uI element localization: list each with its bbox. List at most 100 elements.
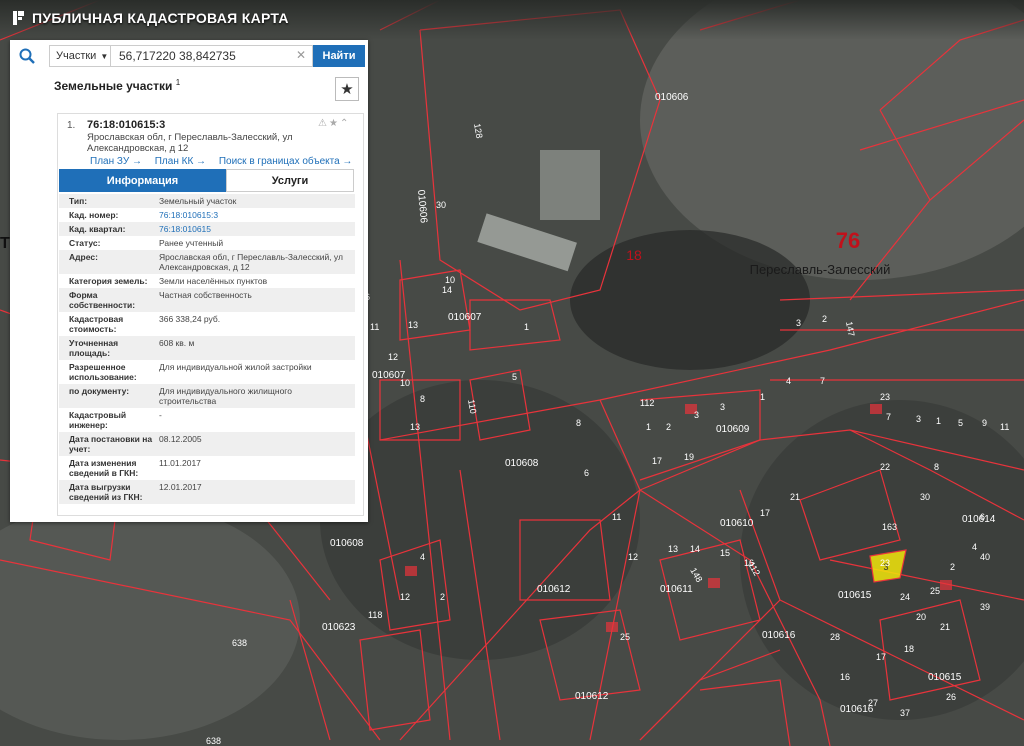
info-row-value: 366 338,24 руб.	[159, 314, 221, 324]
info-row-key: Форма собственности:	[69, 290, 136, 310]
parcel-number: 2	[666, 422, 671, 432]
info-table: Тип: Земельный участок Кад. номер: 76:18:01…	[59, 194, 355, 504]
info-row: Кадастровый инженер: -	[59, 408, 355, 432]
info-row-value: -	[159, 410, 162, 420]
info-row-value: 11.01.2017	[159, 458, 201, 468]
parcel-number: 10	[445, 275, 455, 285]
parcel-number: 8	[576, 418, 581, 428]
parcel-number: 1	[760, 392, 765, 402]
favorites-button[interactable]: ★	[335, 77, 359, 101]
parcel-number: 2	[950, 562, 955, 572]
info-row: Категория земель: Земли населённых пункто…	[59, 274, 355, 288]
parcel-number: 14	[690, 544, 700, 554]
info-row-value[interactable]: 76:18:010615:3	[155, 210, 349, 220]
search-in-bounds-link[interactable]: Поиск в границах объекта →	[219, 156, 353, 167]
info-row-key: по документу:	[69, 386, 130, 396]
parcel-number: 25	[620, 632, 630, 642]
cadastral-number[interactable]: 76:18:010615:3	[87, 119, 165, 131]
warning-icon[interactable]: ⚠	[318, 118, 329, 129]
parcel-number: 21	[790, 492, 800, 502]
info-row: Кад. номер: 76:18:010615:3	[59, 208, 355, 222]
district-number: 76	[836, 228, 860, 253]
info-row-key: Категория земель:	[69, 276, 148, 286]
quarter-label: 010608	[330, 538, 364, 549]
parcel-number: 22	[880, 462, 890, 472]
parcel-number: 20	[916, 612, 926, 622]
category-dropdown[interactable]: Участки ▼	[49, 45, 111, 67]
parcel-number: 1	[936, 416, 941, 426]
parcel-number: 26	[946, 692, 956, 702]
tab-information[interactable]: Информация	[59, 169, 226, 192]
quarter-label: 010615	[928, 672, 962, 683]
info-row: Дата постановки на учет: 08.12.2005	[59, 432, 355, 456]
card-actions: ⚠★⌃	[318, 118, 350, 129]
parcel-number: 17	[652, 456, 662, 466]
parcel-number: 5	[958, 418, 963, 428]
info-row-key: Дата изменения сведений в ГКН:	[69, 458, 139, 478]
plan-zu-link[interactable]: План ЗУ →	[90, 156, 142, 167]
info-row-key: Кадастровый инженер:	[69, 410, 127, 430]
parcel-number: 7	[886, 412, 891, 422]
parcel-number: 8	[420, 394, 425, 404]
parcel-number: 3	[916, 414, 921, 424]
info-row-value: Ярославская обл, г Переславль-Залесский,…	[159, 252, 343, 272]
info-row-key: Дата выгрузки сведений из ГКН:	[69, 482, 143, 502]
quarter-label: 010610	[720, 518, 754, 529]
parcel-number: 3	[720, 402, 725, 412]
parcel-number: 15	[720, 548, 730, 558]
collapse-icon[interactable]: ⌃	[340, 118, 350, 129]
road-label: 163	[882, 522, 897, 532]
parcel-number: 2	[822, 314, 827, 324]
parcel-number: 3	[694, 410, 699, 420]
quarter-label: 010612	[575, 691, 609, 702]
info-row: по документу: Для индивидуального жилищно…	[59, 384, 355, 408]
info-row: Кадастровая стоимость: 366 338,24 руб.	[59, 312, 355, 336]
parcel-number: 14	[442, 285, 452, 295]
brand[interactable]: ПУБЛИЧНАЯ КАДАСТРОВАЯ КАРТА	[12, 10, 289, 26]
info-row: Форма собственности: Частная собственност…	[59, 288, 355, 312]
parcel-number: 4	[786, 376, 791, 386]
info-row-value: 12.01.2017	[159, 482, 202, 492]
parcel-number: 16	[840, 672, 850, 682]
quarter-label: 010615	[838, 590, 872, 601]
road-label: 112	[640, 398, 654, 408]
search-panel: Участки ▼ 56,717220 38,842735 ✕ Найти Зе…	[10, 40, 368, 522]
quarter-label: 010607	[448, 312, 482, 323]
parcel-number: 4	[420, 552, 425, 562]
clear-icon[interactable]: ✕	[296, 48, 306, 62]
parcel-number: 1	[646, 422, 651, 432]
info-row-value: 608 кв. м	[159, 338, 195, 348]
search-icon[interactable]	[10, 40, 44, 72]
chevron-down-icon: ▼	[100, 51, 109, 61]
star-icon[interactable]: ★	[329, 118, 340, 129]
parcel-number: 24	[900, 592, 910, 602]
parcel-number: 5	[512, 372, 517, 382]
result-card: 1. 76:18:010615:3 ⚠★⌃ Ярославская обл, г…	[57, 113, 364, 516]
search-input[interactable]: 56,717220 38,842735	[111, 45, 313, 67]
parcel-number: 12	[388, 352, 398, 362]
parcel-number: 11	[1000, 422, 1009, 432]
info-row: Уточненная площадь: 608 кв. м	[59, 336, 355, 360]
info-row-key: Статус:	[69, 238, 101, 248]
parcel-number: 10	[400, 378, 410, 388]
info-row: Тип: Земельный участок	[59, 194, 355, 208]
parcel-number: 6	[980, 512, 985, 522]
plan-kk-link[interactable]: План КК →	[155, 156, 206, 167]
parcel-number: 23	[880, 558, 890, 568]
card-tabs: Информация Услуги	[59, 169, 355, 192]
info-row-value: Частная собственность	[159, 290, 252, 300]
parcel-number: 9	[982, 418, 987, 428]
info-row-value[interactable]: 76:18:010615	[155, 224, 349, 234]
parcel-number: 18	[904, 644, 914, 654]
info-row-value: Для индивидуального жилищного строительс…	[159, 386, 292, 406]
info-row-key: Уточненная площадь:	[69, 338, 119, 358]
parcel-number: 30	[920, 492, 930, 502]
parcel-number: 25	[930, 586, 940, 596]
road-label: 638	[206, 736, 221, 746]
find-button[interactable]: Найти	[313, 45, 365, 67]
info-row-key: Адрес:	[69, 252, 98, 262]
info-row-key: Тип:	[69, 196, 88, 206]
tab-services[interactable]: Услуги	[226, 169, 354, 192]
quarter-label: 010608	[505, 458, 539, 469]
parcel-number: 7	[820, 376, 825, 386]
